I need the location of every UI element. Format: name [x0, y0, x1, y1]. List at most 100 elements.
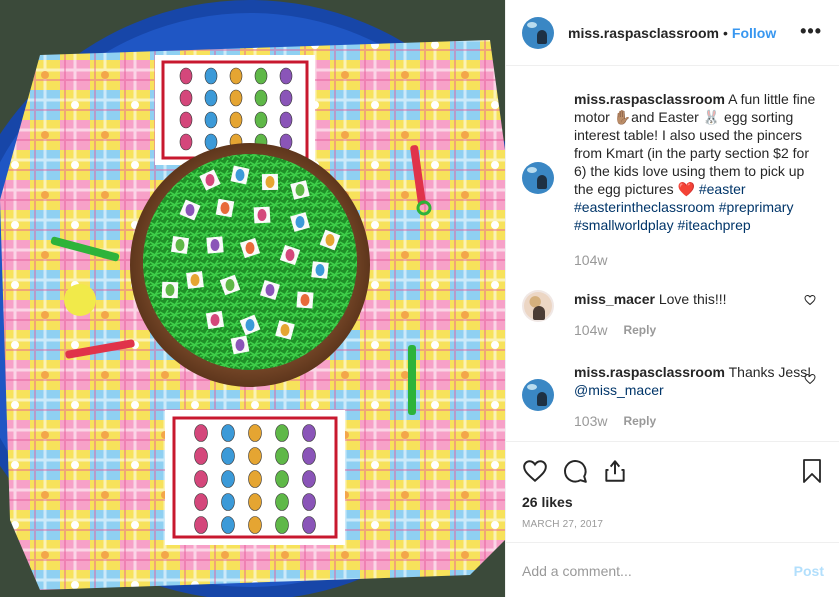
post-side-panel: miss.raspasclassroom • Follow ••• miss.r… [505, 0, 839, 597]
post-header: miss.raspasclassroom • Follow ••• [506, 0, 839, 66]
egg-picture [210, 239, 220, 251]
heart-icon[interactable] [522, 458, 548, 484]
like-comment-icon[interactable] [804, 294, 816, 306]
post-photo[interactable] [0, 0, 505, 597]
egg-picture [302, 424, 316, 442]
egg-picture [194, 447, 208, 465]
egg-picture [220, 202, 230, 214]
timestamp[interactable]: 103w [574, 413, 607, 429]
action-icons [522, 458, 628, 484]
egg-picture [275, 447, 289, 465]
avatar[interactable] [522, 162, 554, 194]
egg-picture [204, 133, 218, 151]
egg-picture [185, 204, 195, 216]
comment-username[interactable]: miss_macer [574, 291, 655, 307]
egg-picture [229, 67, 243, 85]
likes-count[interactable]: 26 likes [522, 494, 573, 510]
bookmark-icon[interactable] [800, 458, 824, 484]
egg-picture [194, 516, 208, 534]
comment-icon[interactable] [562, 458, 588, 484]
like-comment-icon[interactable] [804, 373, 816, 385]
egg-picture [190, 274, 200, 286]
post-actions: 26 likes MARCH 27, 2017 [506, 441, 839, 541]
timestamp[interactable]: 104w [574, 252, 607, 268]
post-date[interactable]: MARCH 27, 2017 [522, 519, 603, 530]
egg-picture [279, 67, 293, 85]
mention-link[interactable]: @miss_macer [574, 382, 664, 398]
comment-username[interactable]: miss.raspasclassroom [574, 364, 725, 380]
reply-button[interactable]: Reply [623, 413, 656, 429]
comment-item: miss.raspasclassroom Thanks Jess! @miss_… [522, 363, 824, 429]
hashtag-easter[interactable]: #easter [699, 181, 746, 197]
easter-tray-image [0, 0, 505, 597]
egg-picture [265, 284, 275, 296]
egg-picture [279, 89, 293, 107]
comment-text: miss_macer Love this!!! [574, 290, 824, 308]
share-icon[interactable] [602, 458, 628, 484]
avatar[interactable] [522, 379, 554, 411]
timestamp[interactable]: 104w [574, 322, 607, 338]
caption-meta: 104w [574, 252, 824, 268]
comment-input[interactable] [522, 561, 772, 581]
egg-picture [248, 424, 262, 442]
comment-meta: 103w Reply [574, 413, 824, 429]
egg-picture [245, 242, 255, 254]
egg-picture [300, 294, 310, 306]
follow-button[interactable]: Follow [732, 25, 776, 41]
egg-picture [285, 249, 295, 261]
egg-picture [179, 133, 193, 151]
egg-picture [254, 89, 268, 107]
egg-picture [248, 470, 262, 488]
egg-picture [194, 470, 208, 488]
egg-picture [279, 111, 293, 129]
egg-picture [225, 279, 235, 291]
hashtag-easterintheclassroom[interactable]: #easterintheclassroom [574, 199, 715, 215]
egg-picture [175, 239, 185, 251]
egg-picture [179, 89, 193, 107]
hashtag-preprimary[interactable]: #preprimary [719, 199, 794, 215]
egg-picture [235, 339, 245, 351]
egg-picture [325, 234, 335, 246]
egg-picture [179, 67, 193, 85]
egg-picture [302, 493, 316, 511]
separator-dot: • [722, 24, 728, 41]
caption-username[interactable]: miss.raspasclassroom [574, 91, 725, 107]
egg-picture [235, 169, 245, 181]
egg-picture [204, 89, 218, 107]
hashtag-smallworldplay[interactable]: #smallworldplay [574, 217, 674, 233]
egg-picture [221, 516, 235, 534]
egg-picture [204, 67, 218, 85]
egg-picture [302, 447, 316, 465]
comment-item: miss_macer Love this!!! 104w Reply [522, 290, 824, 338]
egg-picture [221, 470, 235, 488]
egg-picture [275, 516, 289, 534]
header-username[interactable]: miss.raspasclassroom [568, 25, 719, 41]
egg-picture [254, 111, 268, 129]
egg-picture [194, 424, 208, 442]
bottom-egg-card [165, 410, 345, 545]
egg-picture [302, 470, 316, 488]
add-comment-bar: Post [506, 542, 839, 597]
egg-picture [245, 319, 255, 331]
hashtag-iteachprep[interactable]: #iteachprep [677, 217, 750, 233]
comment-body: Thanks Jess! [728, 364, 812, 380]
egg-picture [204, 111, 218, 129]
egg-picture [229, 89, 243, 107]
comment-body: Love this!!! [658, 291, 727, 307]
more-options-icon[interactable]: ••• [800, 22, 822, 40]
egg-picture [295, 184, 305, 196]
egg-picture [275, 493, 289, 511]
egg-picture [210, 314, 220, 326]
egg-picture [257, 209, 267, 221]
egg-picture [275, 424, 289, 442]
grass-bowl [130, 143, 370, 387]
egg-picture [254, 67, 268, 85]
reply-button[interactable]: Reply [623, 322, 656, 338]
avatar[interactable] [522, 16, 554, 49]
egg-picture [265, 176, 275, 188]
egg-picture [205, 174, 215, 186]
avatar[interactable] [522, 290, 554, 322]
egg-picture [248, 447, 262, 465]
post-button[interactable]: Post [794, 563, 824, 579]
egg-picture [221, 447, 235, 465]
